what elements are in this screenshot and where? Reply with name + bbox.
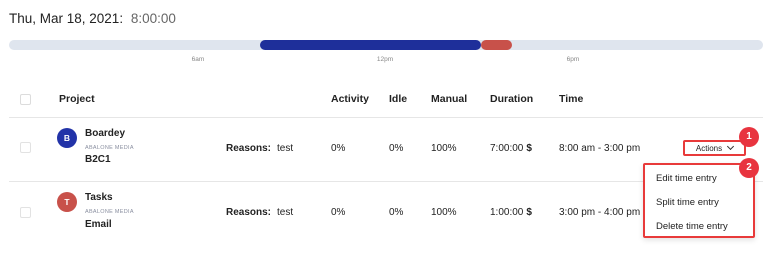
row-checkbox[interactable] xyxy=(20,207,31,218)
column-manual: Manual xyxy=(431,93,468,105)
header-divider xyxy=(9,117,763,118)
column-time: Time xyxy=(559,93,584,105)
duration-value: 7:00:00 xyxy=(490,143,524,154)
avatar: T xyxy=(57,192,77,212)
reasons-value: test xyxy=(277,207,294,218)
menu-item-edit-time-entry[interactable]: Edit time entry xyxy=(656,173,717,184)
timeline-segment-boardey[interactable] xyxy=(260,40,481,50)
actions-label: Actions xyxy=(695,143,723,153)
reasons-label: Reasons: xyxy=(226,143,272,154)
column-activity: Activity xyxy=(331,93,369,105)
actions-dropdown: Edit time entry Split time entry Delete … xyxy=(643,163,755,238)
day-title: Thu, Mar 18, 2021: 8:00:00 xyxy=(9,11,176,26)
client-name: ABALONE MEDIA xyxy=(85,209,134,215)
duration-value: 1:00:00 xyxy=(490,207,524,218)
annotation-badge-2: 2 xyxy=(739,158,759,178)
row-checkbox[interactable] xyxy=(20,142,31,153)
task-name: B2C1 xyxy=(85,154,111,165)
time-range: 8:00 am - 3:00 pm xyxy=(559,143,641,154)
billable-icon: $ xyxy=(526,207,532,218)
column-idle: Idle xyxy=(389,93,408,105)
timeline-tick-6pm: 6pm xyxy=(566,56,580,63)
annotation-badge-1: 1 xyxy=(739,127,759,147)
project-name[interactable]: Tasks xyxy=(85,192,113,203)
manual-value: 100% xyxy=(431,207,457,218)
timeline-tick-12pm: 12pm xyxy=(376,56,394,63)
time-range: 3:00 pm - 4:00 pm xyxy=(559,207,641,218)
avatar: B xyxy=(57,128,77,148)
menu-item-split-time-entry[interactable]: Split time entry xyxy=(656,197,719,208)
select-all-checkbox[interactable] xyxy=(20,94,31,105)
day-date: Thu, Mar 18, 2021: xyxy=(9,11,124,26)
timeline-bar xyxy=(9,40,763,50)
idle-value: 0% xyxy=(389,143,404,154)
client-name: ABALONE MEDIA xyxy=(85,145,134,151)
task-name: Email xyxy=(85,219,112,230)
day-total: 8:00:00 xyxy=(130,11,176,26)
chevron-down-icon xyxy=(727,142,735,151)
timeline-segment-tasks[interactable] xyxy=(481,40,512,50)
billable-icon: $ xyxy=(526,143,532,154)
activity-value: 0% xyxy=(331,207,346,218)
actions-button[interactable]: Actions xyxy=(683,140,746,156)
duration-cell: 7:00:00 $ xyxy=(490,143,532,154)
idle-value: 0% xyxy=(389,207,404,218)
timeline-tick-6am: 6am xyxy=(191,56,205,63)
reasons-label: Reasons: xyxy=(226,207,272,218)
project-name[interactable]: Boardey xyxy=(85,128,125,139)
activity-value: 0% xyxy=(331,143,346,154)
column-project: Project xyxy=(59,93,95,105)
duration-cell: 1:00:00 $ xyxy=(490,207,532,218)
menu-item-delete-time-entry[interactable]: Delete time entry xyxy=(656,221,728,232)
manual-value: 100% xyxy=(431,143,457,154)
column-duration: Duration xyxy=(490,93,534,105)
reasons-value: test xyxy=(277,143,294,154)
